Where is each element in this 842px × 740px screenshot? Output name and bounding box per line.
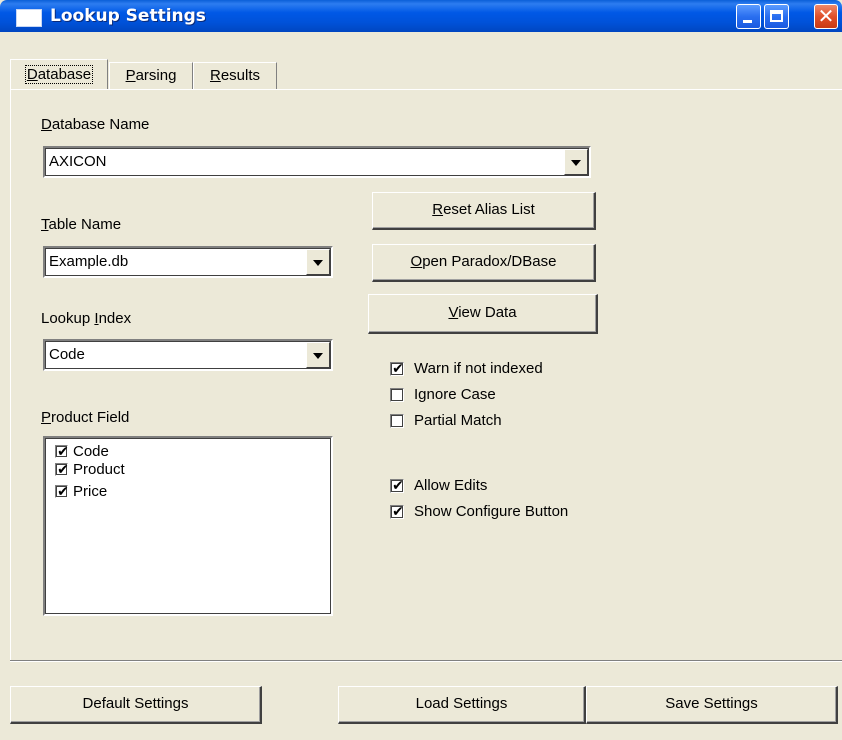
check-icon: ✔ [57,444,69,460]
lookup-index-value: Code [49,346,85,363]
tab-results[interactable]: Results [193,62,277,89]
footer-divider [10,660,842,662]
checkbox-label: Ignore Case [414,386,496,403]
tab-parsing-accel: P [125,67,136,84]
product-field-list[interactable]: ✔ Code ✔ Product ✔ Price [43,436,333,616]
table-name-dropdown-button[interactable] [306,249,330,275]
tab-results-accel: R [209,67,221,84]
database-name-label: Database Name [41,116,150,133]
reset-alias-list-button[interactable]: Reset Alias List [372,192,596,230]
chevron-down-icon [313,260,323,266]
close-button[interactable]: ✕ [814,4,838,29]
title-bar[interactable]: Lookup Settings ✕ [0,0,842,32]
tab-results-label: esults [220,67,261,84]
maximize-icon [770,10,783,22]
database-name-value: AXICON [49,153,107,170]
database-name-combo[interactable]: AXICON [43,146,591,178]
checkbox[interactable]: ✔ [390,504,404,520]
tab-parsing-label: arsing [135,67,177,84]
checkbox-label: Allow Edits [414,477,488,494]
minimize-button[interactable] [736,4,761,29]
chevron-down-icon [313,353,323,359]
check-icon: ✔ [57,462,69,478]
tab-parsing[interactable]: Parsing [109,62,193,89]
table-name-value: Example.db [49,253,129,270]
database-name-dropdown-button[interactable] [564,149,588,175]
list-item-label: Code [73,443,109,460]
product-field-label: Product Field [41,409,130,426]
lookup-index-dropdown-button[interactable] [306,342,330,368]
checkbox[interactable]: ✔ [390,478,404,494]
check-icon: ✔ [392,361,404,377]
load-settings-button[interactable]: Load Settings [338,686,586,724]
lookup-index-label: Lookup Index [41,310,132,327]
app-window-icon [16,9,42,27]
tab-database[interactable]: Database [10,59,108,89]
checkbox[interactable] [390,388,404,402]
list-item-label: Product [73,461,125,478]
list-item-label: Price [73,483,108,500]
checkbox-label: Partial Match [414,412,502,429]
minimize-icon [743,20,752,23]
table-name-label: Table Name [41,216,122,233]
check-icon: ✔ [392,478,404,494]
checkbox[interactable]: ✔ [55,484,69,500]
check-icon: ✔ [392,504,404,520]
table-name-combo[interactable]: Example.db [43,246,333,278]
open-paradox-dbase-button[interactable]: Open Paradox/DBase [372,244,596,282]
check-icon: ✔ [57,484,69,500]
maximize-button[interactable] [764,4,789,29]
save-settings-button[interactable]: Save Settings [586,686,838,724]
checkbox[interactable] [390,414,404,428]
checkbox[interactable]: ✔ [55,444,69,460]
checkbox[interactable]: ✔ [390,361,404,377]
view-data-button[interactable]: View Data [368,294,598,334]
close-icon: ✕ [817,4,835,28]
chevron-down-icon [571,160,581,166]
tab-database-label: Database [24,65,94,84]
checkbox[interactable]: ✔ [55,462,69,478]
checkbox-label: Show Configure Button [414,503,569,520]
window-title: Lookup Settings [50,6,206,26]
default-settings-button[interactable]: Default Settings [10,686,262,724]
lookup-index-combo[interactable]: Code [43,339,333,371]
checkbox-label: Warn if not indexed [414,360,543,377]
lookup-settings-window: Lookup Settings ✕ Database Parsing Resul… [0,0,842,740]
